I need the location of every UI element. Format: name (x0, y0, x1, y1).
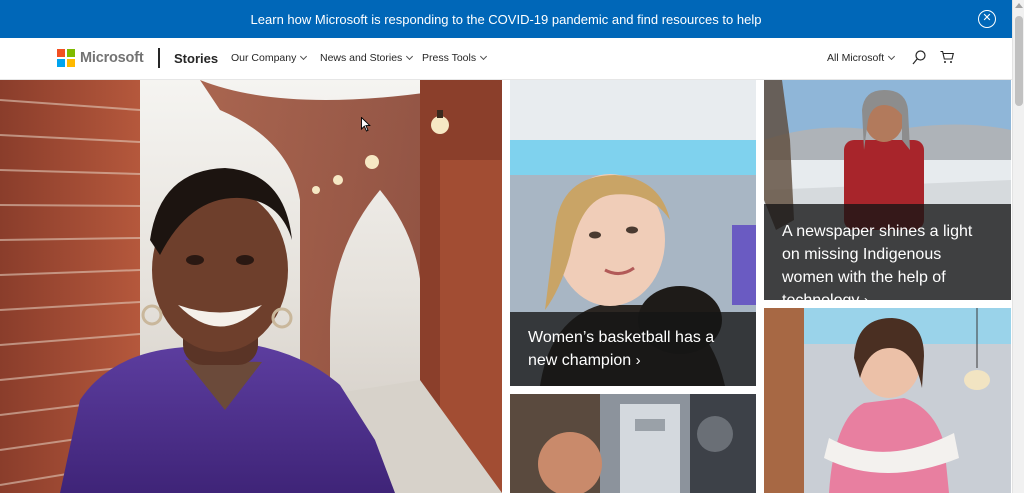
basketball-caption[interactable]: Women’s basketball has a new champion › (510, 312, 756, 386)
menu-our-company[interactable]: Our Company (231, 52, 308, 64)
chevron-right-icon: › (635, 352, 641, 369)
chevron-down-icon (888, 52, 896, 61)
covid-banner[interactable]: Learn how Microsoft is responding to the… (0, 0, 1012, 38)
logo-text: Microsoft (80, 50, 144, 66)
stories-link[interactable]: Stories (174, 51, 218, 66)
basketball-story-tile[interactable]: Women’s basketball has a new champion › (510, 80, 756, 386)
scroll-thumb[interactable] (1015, 16, 1023, 106)
newspaper-caption[interactable]: A newspaper shines a light on missing In… (764, 204, 1011, 300)
lab-image (510, 394, 756, 493)
all-microsoft-menu[interactable]: All Microsoft (827, 52, 896, 64)
menu-label: Our Company (231, 52, 297, 64)
page-scrollbar[interactable] (1012, 0, 1024, 493)
covid-banner-text[interactable]: Learn how Microsoft is responding to the… (251, 12, 762, 27)
top-nav: Microsoft Stories Our Company News and S… (0, 38, 1012, 80)
basketball-caption-text: Women’s basketball has a new champion (528, 329, 715, 369)
cart-icon[interactable] (940, 50, 954, 64)
hero-image (0, 80, 502, 493)
chevron-down-icon (300, 52, 308, 61)
menu-news-and-stories[interactable]: News and Stories (320, 52, 414, 64)
newspaper-caption-text: A newspaper shines a light on missing In… (782, 223, 973, 300)
all-microsoft-label: All Microsoft (827, 52, 885, 64)
microsoft-logo-icon (57, 49, 75, 67)
menu-press-tools[interactable]: Press Tools (422, 52, 488, 64)
hero-story-tile[interactable] (0, 80, 502, 493)
close-icon[interactable]: ✕ (978, 10, 996, 28)
lab-story-tile[interactable] (510, 394, 756, 493)
newspaper-story-tile[interactable]: A newspaper shines a light on missing In… (764, 80, 1011, 300)
chevron-down-icon (480, 52, 488, 61)
menu-label: Press Tools (422, 52, 477, 64)
chevron-right-icon: › (864, 292, 869, 300)
chevron-down-icon (406, 52, 414, 61)
mouse-cursor-icon (361, 117, 371, 132)
menu-label: News and Stories (320, 52, 403, 64)
pink-sweater-image (764, 308, 1011, 493)
microsoft-logo[interactable]: Microsoft (57, 49, 144, 67)
search-icon[interactable] (912, 50, 926, 66)
nav-divider (158, 48, 160, 68)
scroll-up-arrow-icon[interactable] (1015, 3, 1023, 8)
pink-sweater-story-tile[interactable] (764, 308, 1011, 493)
